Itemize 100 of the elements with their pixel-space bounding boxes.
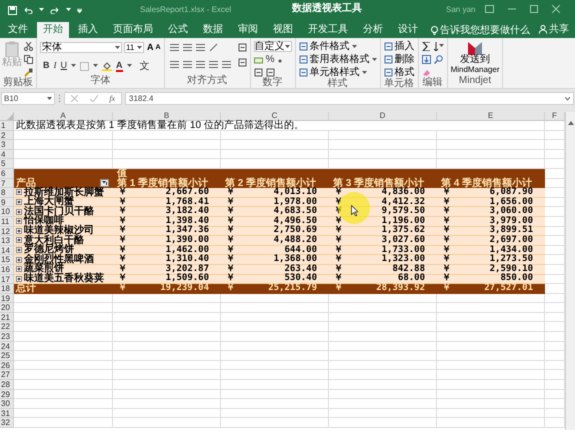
- person-icon[interactable]: [539, 25, 547, 34]
- row-header[interactable]: 27: [0, 370, 14, 380]
- caret-icon[interactable]: [372, 58, 377, 62]
- wrap-text-icon[interactable]: [238, 43, 247, 52]
- caret-icon[interactable]: [126, 64, 132, 68]
- merge-center-icon[interactable]: [238, 58, 247, 67]
- format-painter-icon[interactable]: [24, 68, 33, 77]
- orientation-icon[interactable]: [208, 43, 218, 52]
- expand-icon[interactable]: [16, 208, 22, 215]
- row-header[interactable]: 17: [0, 274, 14, 284]
- row-header[interactable]: 13: [0, 236, 14, 246]
- menu-tab[interactable]: 数据: [197, 22, 229, 38]
- currency-icon[interactable]: [254, 56, 263, 64]
- row-header[interactable]: 15: [0, 255, 14, 265]
- sort-filter-icon[interactable]: [434, 42, 444, 51]
- expand-icon[interactable]: [16, 237, 22, 244]
- expand-icon[interactable]: [16, 256, 22, 263]
- row-header[interactable]: 29: [0, 390, 14, 400]
- vertical-scrollbar[interactable]: [565, 112, 575, 430]
- align-right-icon[interactable]: [196, 60, 205, 69]
- align-left-icon[interactable]: [170, 60, 179, 69]
- fill-down-icon[interactable]: [422, 55, 431, 64]
- column-header[interactable]: A: [14, 112, 113, 120]
- maximize-icon[interactable]: [530, 5, 538, 13]
- row-header[interactable]: 23: [0, 332, 14, 342]
- cells-menu-button[interactable]: 删除: [394, 54, 415, 64]
- scissors-icon[interactable]: [24, 42, 33, 51]
- phonetic-button[interactable]: 文: [140, 58, 150, 74]
- menu-tab[interactable]: 页面布局: [107, 22, 159, 38]
- menu-tab[interactable]: 分析: [357, 22, 389, 38]
- decrease-indent-icon[interactable]: [208, 60, 218, 69]
- underline-button[interactable]: U: [60, 59, 67, 73]
- italic-button[interactable]: I: [54, 59, 56, 73]
- row-header[interactable]: 5: [0, 159, 14, 169]
- align-middle-icon[interactable]: [182, 43, 192, 52]
- fill-color-icon[interactable]: [102, 61, 112, 71]
- row-header[interactable]: 7: [0, 178, 14, 188]
- undo-icon[interactable]: [23, 6, 33, 14]
- caret-icon[interactable]: [47, 96, 52, 100]
- caret-icon[interactable]: [362, 70, 367, 74]
- caret-icon[interactable]: [284, 44, 290, 48]
- decrease-decimal-icon[interactable]: [266, 68, 275, 77]
- row-header[interactable]: 25: [0, 351, 14, 361]
- percent-button[interactable]: %: [266, 55, 274, 65]
- font-name-field[interactable]: 宋体: [40, 42, 122, 54]
- expand-icon[interactable]: [16, 266, 22, 272]
- save-icon[interactable]: [8, 6, 17, 14]
- row-header[interactable]: 28: [0, 380, 14, 390]
- grow-font-button[interactable]: A: [147, 41, 154, 54]
- cells-icon[interactable]: [384, 55, 393, 64]
- font-size-field[interactable]: 11: [124, 42, 144, 54]
- ribbon-options-icon[interactable]: [485, 5, 494, 13]
- align-center-icon[interactable]: [182, 60, 192, 69]
- row-header[interactable]: 2: [0, 130, 14, 140]
- align-top-icon[interactable]: [170, 43, 179, 52]
- menu-tab[interactable]: 开始: [37, 22, 69, 38]
- styles-menu-button[interactable]: 单元格样式: [310, 68, 360, 78]
- send-to-mindmanager-button[interactable]: 发送到 MindManager: [450, 41, 500, 75]
- styles-menu-button[interactable]: 条件格式: [310, 42, 350, 52]
- column-header[interactable]: B: [113, 112, 221, 120]
- scroll-up-icon[interactable]: [568, 121, 574, 125]
- expand-icon[interactable]: [16, 228, 22, 234]
- lightbulb-icon[interactable]: [431, 26, 438, 34]
- column-header[interactable]: E: [437, 112, 545, 120]
- menu-tab[interactable]: 审阅: [232, 22, 264, 38]
- cells-icon[interactable]: [384, 42, 393, 51]
- style-icon[interactable]: [298, 68, 308, 77]
- menu-tab[interactable]: 视图: [267, 22, 299, 38]
- increase-indent-icon[interactable]: [222, 60, 231, 69]
- close-icon[interactable]: [552, 5, 560, 13]
- row-header[interactable]: 11: [0, 216, 14, 227]
- caret-icon[interactable]: [71, 64, 76, 68]
- caret-icon[interactable]: [39, 8, 44, 12]
- row-header[interactable]: 18: [0, 284, 14, 294]
- cells-menu-button[interactable]: 插入: [394, 42, 415, 52]
- expand-icon[interactable]: [16, 189, 22, 196]
- row-header[interactable]: 12: [0, 226, 14, 236]
- row-header[interactable]: 21: [0, 312, 14, 322]
- caret-icon[interactable]: [115, 46, 120, 50]
- menu-tab[interactable]: 插入: [72, 22, 104, 38]
- row-header[interactable]: 30: [0, 399, 14, 409]
- menu-tab[interactable]: 开发工具: [302, 22, 354, 38]
- menu-tab[interactable]: 文件: [2, 22, 34, 38]
- filter-button-icon[interactable]: [100, 179, 109, 188]
- insert-function-button[interactable]: fx: [109, 92, 116, 104]
- redo-icon[interactable]: [50, 6, 60, 14]
- row-header[interactable]: 26: [0, 360, 14, 370]
- clipboard-icon[interactable]: [5, 41, 19, 57]
- number-format-field[interactable]: 自定义: [254, 41, 292, 52]
- menu-tab[interactable]: 设计: [392, 22, 424, 38]
- style-icon[interactable]: [298, 55, 308, 64]
- row-header[interactable]: 1: [0, 121, 14, 131]
- row-header[interactable]: 24: [0, 342, 14, 352]
- row-header[interactable]: 14: [0, 246, 14, 256]
- expand-icon[interactable]: [16, 199, 22, 206]
- bold-button[interactable]: B: [43, 59, 50, 73]
- caret-icon[interactable]: [352, 44, 357, 48]
- search-icon[interactable]: [434, 55, 443, 64]
- column-header[interactable]: D: [329, 112, 437, 120]
- customize-icon[interactable]: [77, 8, 82, 12]
